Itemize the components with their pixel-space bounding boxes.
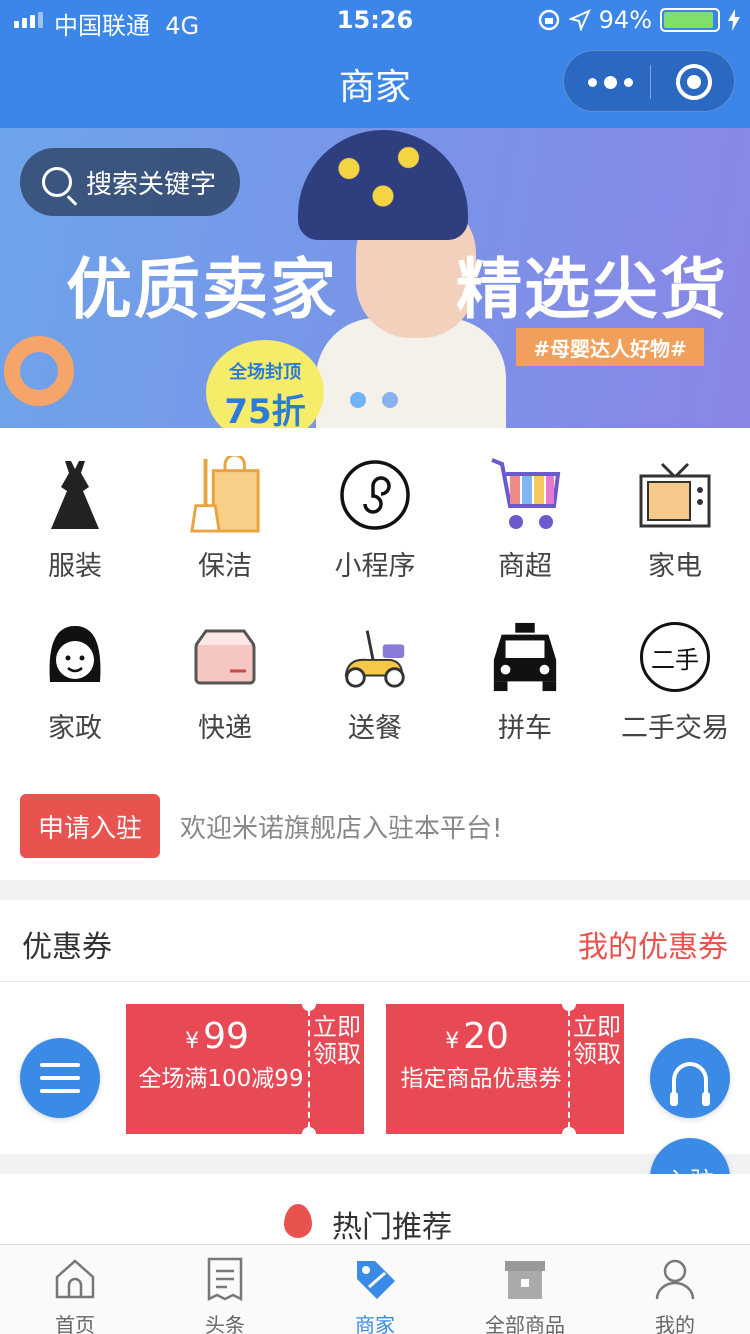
status-bar: 中国联通 4G 15:26 94% bbox=[0, 0, 750, 40]
category-food-delivery[interactable]: 送餐 bbox=[300, 618, 450, 758]
tab-home[interactable]: 首页 bbox=[0, 1245, 150, 1334]
hot-recommend-title: 热门推荐 bbox=[332, 1210, 452, 1245]
welcome-notice: 欢迎米诺旗舰店入驻本平台! bbox=[180, 814, 503, 844]
broom-bag-icon bbox=[190, 456, 260, 533]
merchant-page: 中国联通 4G 15:26 94% 商家 优质卖家 精选尖货 #母婴达人好物# bbox=[0, 0, 750, 1334]
banner-headline-right: 精选尖货 bbox=[456, 251, 728, 328]
capsule-divider bbox=[650, 65, 651, 99]
carousel-dot[interactable] bbox=[350, 392, 366, 408]
status-right: 94% bbox=[537, 6, 740, 34]
housekeeper-icon bbox=[49, 626, 101, 682]
coupon-card[interactable]: ¥20 指定商品优惠券 立即领取 bbox=[386, 997, 624, 1141]
promo-banner[interactable]: 优质卖家 精选尖货 #母婴达人好物# 全场封顶 75折 搜索关键字 bbox=[0, 128, 750, 428]
coupon-card[interactable]: ¥99 全场满100减99 立即领取 bbox=[126, 997, 364, 1141]
tab-bar: 首页 头条 商家 全部商品 我的 bbox=[0, 1244, 750, 1334]
box-icon bbox=[505, 1261, 545, 1299]
flame-icon bbox=[284, 1204, 312, 1238]
close-mini-program-icon[interactable] bbox=[676, 64, 712, 100]
menu-icon bbox=[40, 1063, 80, 1093]
coupon-title: 优惠券 bbox=[22, 930, 112, 965]
top-bar: 中国联通 4G 15:26 94% 商家 bbox=[0, 0, 750, 128]
donut-decoration bbox=[4, 336, 74, 406]
mini-program-icon bbox=[340, 460, 410, 530]
carousel-indicator bbox=[350, 392, 398, 408]
category-supermarket[interactable]: 商超 bbox=[450, 456, 600, 596]
coupon-header: 优惠券 我的优惠券 bbox=[0, 900, 750, 982]
second-hand-icon: 二手 bbox=[640, 622, 710, 692]
merchant-tag-icon bbox=[357, 1261, 395, 1299]
banner-tag: #母婴达人好物# bbox=[516, 328, 704, 366]
parcel-box-icon bbox=[194, 629, 256, 685]
search-placeholder: 搜索关键字 bbox=[86, 169, 217, 200]
category-appliance[interactable]: 家电 bbox=[600, 456, 750, 596]
carousel-dot[interactable] bbox=[382, 392, 398, 408]
taxi-icon bbox=[493, 622, 557, 692]
coupon-value: ¥99 bbox=[185, 1016, 249, 1057]
tab-mine[interactable]: 我的 bbox=[600, 1245, 750, 1334]
headset-icon bbox=[670, 1062, 710, 1106]
category-carpool[interactable]: 拼车 bbox=[450, 618, 600, 758]
coupon-divider bbox=[308, 1010, 310, 1128]
category-grid: 服装 保洁 小程序 商超 家电 家政 快递 送餐 拼车 二手 二手交易 申请入驻… bbox=[0, 428, 750, 880]
category-second-hand[interactable]: 二手 二手交易 bbox=[600, 618, 750, 758]
coupon-desc: 全场满100减99 bbox=[138, 1066, 304, 1092]
dress-icon bbox=[51, 461, 99, 529]
news-icon bbox=[207, 1257, 243, 1301]
location-icon bbox=[568, 9, 591, 31]
search-icon bbox=[42, 167, 72, 197]
category-express[interactable]: 快递 bbox=[150, 618, 300, 758]
customer-service-fab[interactable] bbox=[650, 1038, 730, 1118]
coupon-value: ¥20 bbox=[445, 1016, 509, 1057]
apply-join-button[interactable]: 申请入驻 bbox=[20, 794, 160, 858]
charging-icon bbox=[728, 9, 740, 31]
battery-icon bbox=[660, 8, 720, 32]
tv-icon bbox=[639, 462, 711, 528]
tab-all-products[interactable]: 全部商品 bbox=[450, 1245, 600, 1334]
more-icon[interactable] bbox=[588, 69, 648, 95]
shopping-cart-icon bbox=[491, 458, 561, 529]
category-mini-program[interactable]: 小程序 bbox=[300, 456, 450, 596]
claim-coupon-button[interactable]: 立即领取 bbox=[312, 1014, 362, 1068]
home-icon bbox=[55, 1259, 95, 1299]
claim-coupon-button[interactable]: 立即领取 bbox=[572, 1014, 622, 1068]
category-clothing[interactable]: 服装 bbox=[0, 456, 150, 596]
search-box[interactable]: 搜索关键字 bbox=[20, 148, 240, 216]
scooter-icon bbox=[344, 630, 405, 688]
my-coupons-link[interactable]: 我的优惠券 bbox=[578, 922, 728, 966]
coupon-divider bbox=[568, 1010, 570, 1128]
banner-headline-left: 优质卖家 bbox=[66, 251, 338, 328]
rotation-lock-icon bbox=[538, 9, 559, 31]
battery-percent: 94% bbox=[598, 6, 652, 34]
menu-fab[interactable] bbox=[20, 1038, 100, 1118]
category-housekeeping[interactable]: 家政 bbox=[0, 618, 150, 758]
tab-news[interactable]: 头条 bbox=[150, 1245, 300, 1334]
mini-program-capsule bbox=[563, 50, 735, 112]
tab-merchant[interactable]: 商家 bbox=[300, 1245, 450, 1334]
coupon-desc: 指定商品优惠券 bbox=[400, 1066, 562, 1092]
user-icon bbox=[655, 1259, 695, 1300]
coupon-section: 优惠券 我的优惠券 ¥99 全场满100减99 立即领取 ¥20 指定商品优惠券… bbox=[0, 900, 750, 1154]
hot-recommend-section: 热门推荐 bbox=[0, 1174, 750, 1254]
category-cleaning[interactable]: 保洁 bbox=[150, 456, 300, 596]
